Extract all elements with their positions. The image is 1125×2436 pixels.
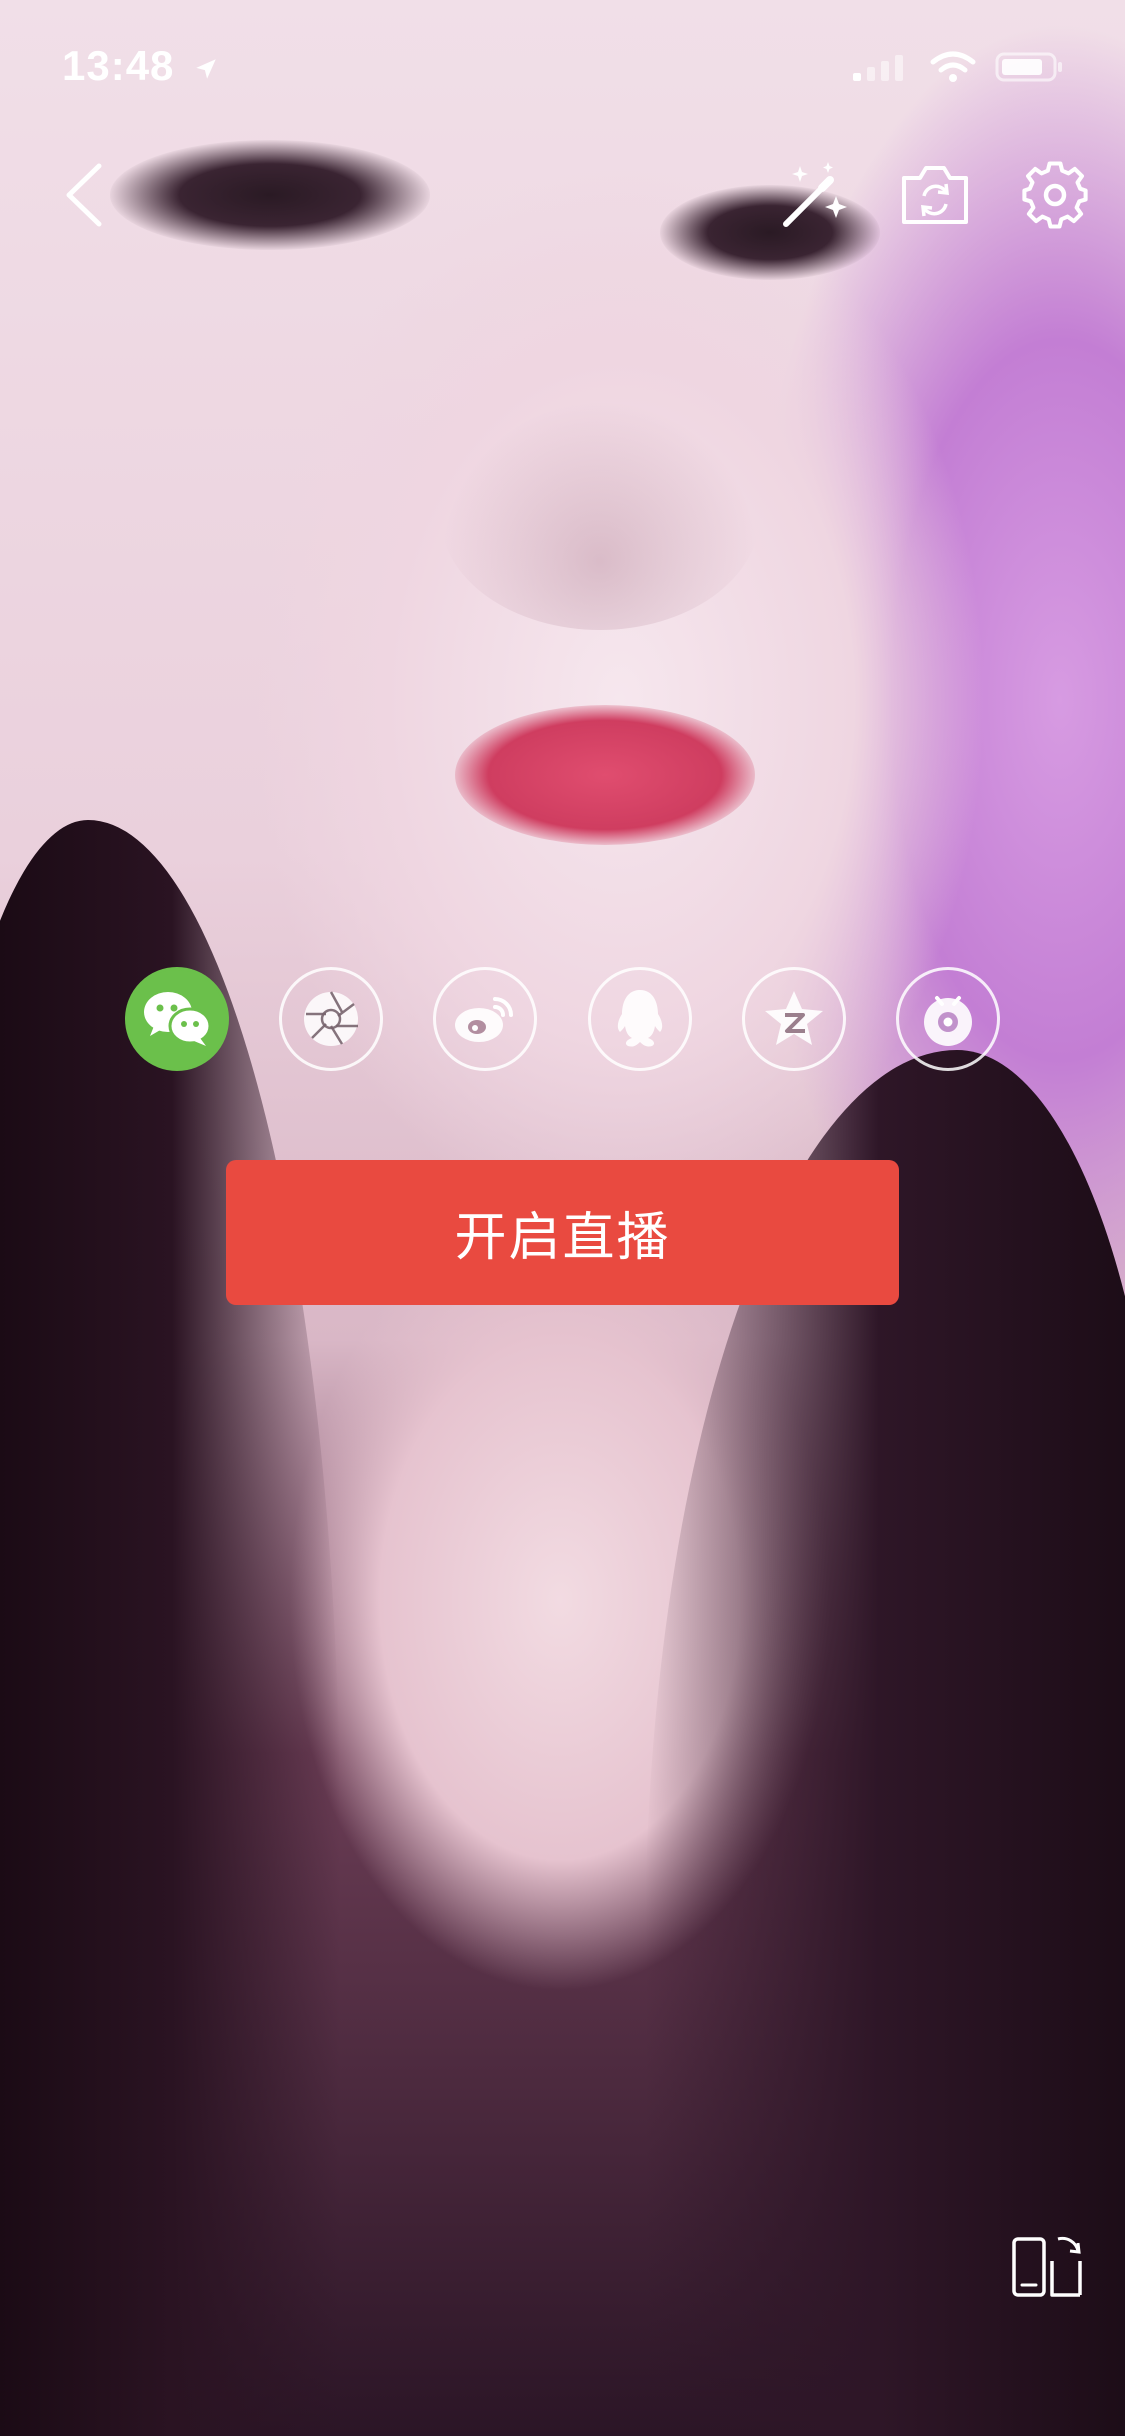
battery-icon [995, 52, 1062, 82]
gear-icon [1022, 161, 1088, 229]
qq-penguin-icon [617, 990, 662, 1047]
rotate-phone-icon [1011, 2236, 1082, 2297]
flip-camera-button[interactable] [895, 155, 975, 235]
share-options [125, 965, 1000, 1073]
status-bar: 13:48 [0, 0, 1125, 130]
share-qq-button[interactable] [587, 967, 692, 1071]
share-weibo-button[interactable] [433, 967, 538, 1071]
wechat-icon [144, 992, 212, 1046]
weibo-icon [455, 997, 514, 1042]
preview-lips [455, 705, 755, 845]
share-qzone-button[interactable] [741, 967, 846, 1071]
eye-badge-icon [923, 996, 972, 1046]
orientation-toggle-button[interactable] [1000, 2220, 1095, 2315]
chevron-left-icon [66, 163, 102, 227]
share-wechat-button[interactable] [125, 967, 229, 1071]
start-live-button[interactable]: 开启直播 [226, 1160, 899, 1305]
status-time: 13:48 [62, 42, 219, 90]
magic-wand-icon [783, 162, 847, 227]
wifi-icon [930, 51, 976, 82]
qzone-star-icon [764, 991, 823, 1045]
beauty-filter-button[interactable] [775, 155, 855, 235]
share-other-button[interactable] [895, 967, 1000, 1071]
camera-flip-icon [902, 166, 968, 224]
aperture-icon [304, 991, 359, 1046]
share-moments-button[interactable] [279, 967, 384, 1071]
preview-eye-left [110, 140, 430, 250]
back-button[interactable] [45, 155, 125, 235]
location-arrow-icon [196, 59, 216, 79]
status-indicators [851, 50, 1065, 84]
settings-button[interactable] [1015, 155, 1095, 235]
signal-icon [853, 55, 903, 81]
preview-nose [440, 400, 760, 630]
